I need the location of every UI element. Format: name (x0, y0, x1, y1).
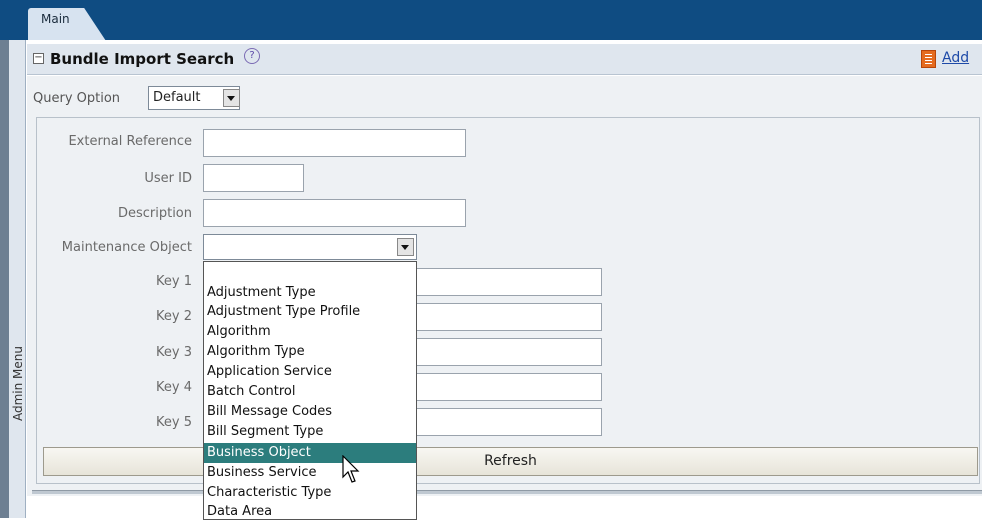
chevron-down-icon[interactable] (223, 89, 240, 107)
list-item[interactable]: Batch Control (204, 382, 416, 402)
admin-menu-bar[interactable] (9, 40, 26, 518)
add-list-icon[interactable] (921, 50, 936, 68)
list-item[interactable]: Adjustment Type Profile (204, 302, 416, 322)
list-item[interactable]: Algorithm (204, 322, 416, 342)
tab-main-label: Main (41, 12, 70, 26)
chevron-down-icon[interactable] (397, 238, 414, 256)
description-input[interactable] (203, 199, 466, 227)
user-id-input[interactable] (203, 164, 304, 192)
add-link[interactable]: Add (942, 50, 969, 66)
maintenance-object-select[interactable] (203, 234, 417, 260)
key-5-label: Key 5 (156, 415, 192, 430)
query-option-label: Query Option (33, 91, 121, 106)
left-edge (0, 40, 9, 518)
admin-menu-label: Admin Menu (11, 345, 25, 421)
top-bar (0, 0, 982, 40)
mouse-cursor-icon (342, 455, 360, 483)
refresh-button[interactable]: Refresh (43, 447, 978, 476)
query-option-select[interactable]: Default (148, 86, 240, 110)
list-item[interactable]: Application Service (204, 362, 416, 382)
maintenance-object-dropdown-list[interactable]: Adjustment Type Adjustment Type Profile … (203, 261, 417, 520)
list-item[interactable]: Adjustment Type (204, 283, 416, 303)
external-reference-label: External Reference (68, 134, 192, 149)
help-icon[interactable]: ? (244, 48, 260, 64)
list-item[interactable]: Business Service (204, 463, 416, 483)
user-id-label: User ID (144, 171, 192, 186)
description-label: Description (117, 206, 192, 221)
list-item-selected[interactable]: Business Object (204, 443, 416, 463)
key-4-label: Key 4 (156, 380, 192, 395)
list-item[interactable]: Data Area (204, 502, 416, 519)
form-footer-rule (32, 490, 982, 494)
list-item[interactable]: Characteristic Type (204, 483, 416, 503)
list-item[interactable]: Algorithm Type (204, 342, 416, 362)
maintenance-object-label: Maintenance Object (61, 240, 192, 255)
collapse-icon[interactable]: − (33, 53, 44, 64)
key-1-label: Key 1 (156, 274, 192, 289)
list-item[interactable]: Bill Segment Type (204, 422, 416, 442)
external-reference-input[interactable] (203, 129, 466, 157)
page-title: Bundle Import Search (50, 50, 235, 68)
key-2-label: Key 2 (156, 309, 192, 324)
list-item[interactable]: Bill Message Codes (204, 402, 416, 422)
key-3-label: Key 3 (156, 345, 192, 360)
query-option-value: Default (153, 90, 201, 105)
list-item[interactable] (204, 262, 416, 282)
